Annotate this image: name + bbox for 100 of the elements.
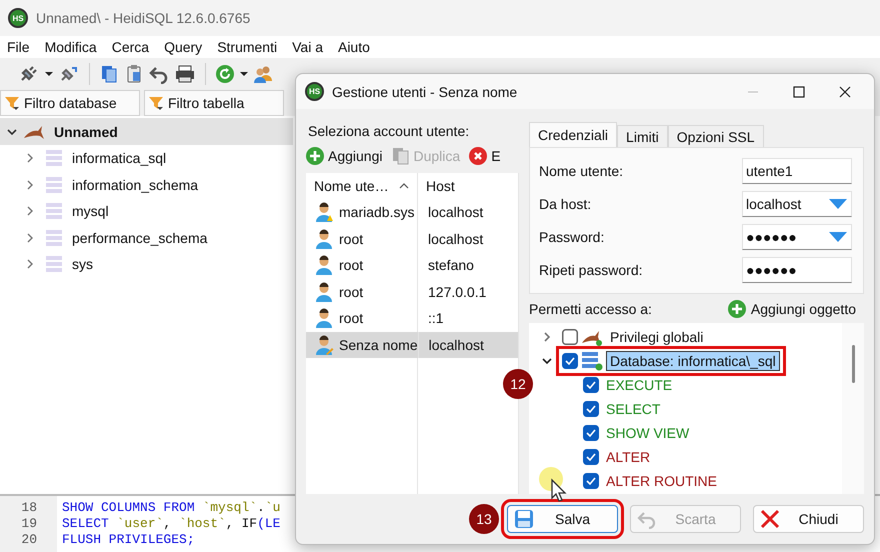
delete-icon xyxy=(469,147,488,165)
close-icon xyxy=(760,509,780,529)
table-cell: root xyxy=(339,230,364,247)
table-cell: root xyxy=(339,284,364,300)
table-cell: 127.0.0.1 xyxy=(428,284,486,300)
tree-item[interactable]: sys xyxy=(72,256,93,272)
account-row[interactable]: mariadb.sys localhost xyxy=(306,199,519,226)
line-number: 18 xyxy=(21,500,37,516)
scrollbar-thumb[interactable] xyxy=(852,345,854,383)
field-label: Da host: xyxy=(539,196,592,212)
menu-item[interactable]: Aiuto xyxy=(330,39,377,55)
dialog-title: Gestione utenti - Senza nome xyxy=(332,84,518,100)
input-field[interactable]: utente1 xyxy=(742,158,852,184)
table-cell: mariadb.sys xyxy=(339,204,414,220)
field-label: Nome utente: xyxy=(539,163,624,179)
checkbox[interactable] xyxy=(583,401,599,417)
toolbar-button[interactable]: E xyxy=(469,147,501,165)
code-line: FLUSH PRIVILEGES; xyxy=(62,532,195,548)
copy-icon xyxy=(392,147,410,165)
dropdown-arrow-icon xyxy=(829,199,847,209)
users-icon[interactable] xyxy=(253,64,273,84)
line-number: 19 xyxy=(21,516,37,532)
checkbox[interactable] xyxy=(583,377,599,393)
tab[interactable]: Limiti xyxy=(617,125,668,147)
tab[interactable]: Credenziali xyxy=(529,122,618,147)
database-icon xyxy=(46,149,62,168)
privilege-item[interactable]: EXECUTE xyxy=(606,377,672,393)
account-row[interactable]: root stefano xyxy=(306,252,519,278)
undo-icon xyxy=(637,509,657,529)
combo-box[interactable]: ●●●●●● xyxy=(742,224,852,250)
table-cell: localhost xyxy=(428,336,484,353)
table-cell: stefano xyxy=(428,257,474,274)
table-cell: root xyxy=(339,257,364,274)
filter-button[interactable]: Filtro database xyxy=(0,90,140,116)
checkbox[interactable] xyxy=(583,473,599,489)
app-logo: HS xyxy=(8,8,28,28)
checkbox[interactable] xyxy=(562,329,578,345)
privilege-item[interactable]: ALTER ROUTINE xyxy=(606,473,717,489)
printer-icon[interactable] xyxy=(174,64,196,84)
database-icon xyxy=(46,255,62,274)
user-icon xyxy=(314,255,334,276)
database-icon xyxy=(581,351,603,371)
menu-item[interactable]: Strumenti xyxy=(210,39,284,55)
funnel-icon xyxy=(4,95,20,111)
column-header[interactable]: Host xyxy=(418,173,519,199)
dropdown-arrow-icon xyxy=(829,232,847,242)
code-line: SHOW COLUMNS FROM `mysql`.`u xyxy=(62,500,280,516)
callout-badge: 13 xyxy=(469,504,499,534)
user-edit-icon xyxy=(314,334,334,355)
table-cell: Senza nome xyxy=(339,336,418,353)
combo-box[interactable]: localhost xyxy=(742,191,852,217)
column-header[interactable]: Nome ute… xyxy=(306,173,418,199)
table-cell: ::1 xyxy=(428,310,444,326)
menu-item[interactable]: Modifica xyxy=(38,39,104,55)
account-row[interactable]: root 127.0.0.1 xyxy=(306,278,519,305)
account-row[interactable]: Senza nome localhost xyxy=(306,332,519,358)
tree-item[interactable]: information_schema xyxy=(72,176,198,193)
user-warning-icon xyxy=(314,202,334,222)
undo-icon[interactable] xyxy=(149,64,169,84)
menu-item[interactable]: Cerca xyxy=(104,39,156,55)
dolphin-icon xyxy=(22,124,46,140)
account-row[interactable]: root localhost xyxy=(306,226,519,252)
user-icon xyxy=(314,308,334,328)
access-label: Permetti accesso a: xyxy=(529,301,652,317)
tree-item[interactable]: performance_schema xyxy=(72,230,208,246)
line-number: 20 xyxy=(21,532,37,548)
checkbox[interactable] xyxy=(562,353,578,369)
table-cell: root xyxy=(339,310,364,326)
checkbox[interactable] xyxy=(583,425,599,441)
user-icon xyxy=(314,282,334,302)
tree-item[interactable]: informatica_sql xyxy=(72,150,166,166)
table-cell: localhost xyxy=(428,230,484,247)
field-label: Password: xyxy=(539,229,604,245)
tab[interactable]: Opzioni SSL xyxy=(668,125,764,147)
code-line: SELECT `user`, `host`, IF(LE xyxy=(62,516,280,532)
tree-item[interactable]: Privilegi globali xyxy=(559,325,710,349)
tree-item[interactable]: Unnamed xyxy=(54,124,118,140)
database-icon xyxy=(46,176,62,194)
menu-item[interactable]: Query xyxy=(157,39,210,55)
accounts-label: Seleziona account utente: xyxy=(308,123,470,141)
add-icon xyxy=(728,300,746,318)
window-title: Unnamed\ - HeidiSQL 12.6.0.6765 xyxy=(36,10,250,26)
privilege-item[interactable]: SHOW VIEW xyxy=(606,425,690,441)
database-icon xyxy=(46,228,62,247)
privilege-item[interactable]: SELECT xyxy=(606,401,660,417)
privilege-item[interactable]: ALTER xyxy=(606,449,650,465)
add-icon xyxy=(306,147,324,165)
toolbar-button[interactable]: Aggiungi xyxy=(306,147,382,165)
tree-item[interactable]: mysql xyxy=(72,203,109,220)
checkbox[interactable] xyxy=(583,449,599,465)
input-field[interactable]: ●●●●●● xyxy=(742,257,852,283)
refresh-icon[interactable] xyxy=(215,64,235,84)
close-button[interactable]: Chiudi xyxy=(753,505,864,533)
add-object-button[interactable]: Aggiungi oggetto xyxy=(728,300,856,318)
filter-button[interactable]: Filtro tabella xyxy=(144,90,284,116)
menu-item[interactable]: Vai a xyxy=(285,39,330,55)
user-icon xyxy=(314,228,334,249)
menu-item[interactable]: File xyxy=(0,39,37,55)
copy-icon[interactable] xyxy=(99,64,119,84)
database-icon xyxy=(46,202,62,220)
